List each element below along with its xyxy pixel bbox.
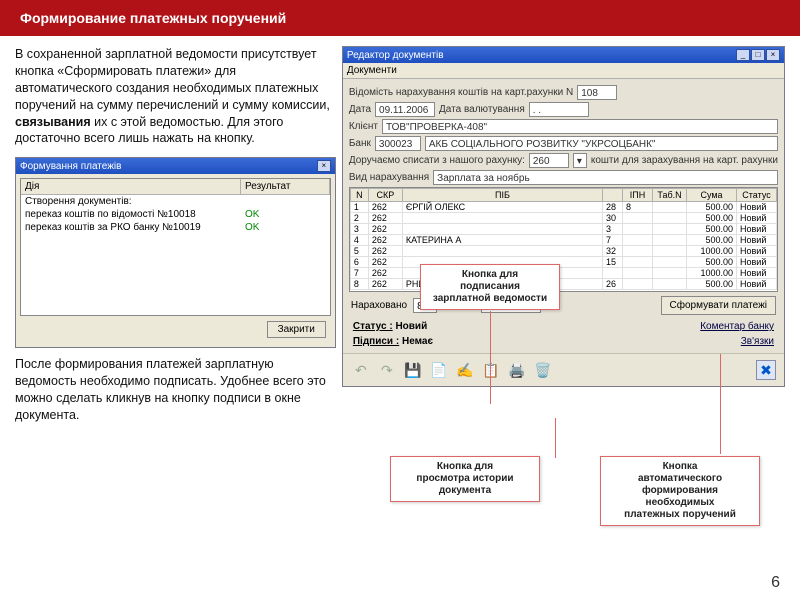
callout-history: Кнопка для просмотра истории документа — [390, 456, 540, 502]
employees-grid[interactable]: N СКР ПІБ ІПН Таб.N Сума Статус 1262ЄРГІ… — [349, 187, 778, 292]
bank-code-field[interactable]: 300023 — [375, 136, 421, 151]
table-row: 1262ЄРГІЙ ОЛЕКС288500.00Новий — [350, 202, 776, 213]
table-row: 5262321000.00Новий — [350, 246, 776, 257]
progress-list: Створення документів: переказ коштів по … — [21, 195, 330, 234]
account-field[interactable]: 260 — [529, 153, 569, 168]
save-icon[interactable]: 💾 — [403, 360, 423, 380]
date-field[interactable]: 09.11.2006 — [375, 102, 435, 117]
table-row: 4262КАТЕРИНА А7500.00Новий — [350, 235, 776, 246]
window-title: Формування платежів — [20, 161, 121, 172]
account-dropdown[interactable]: ▾ — [573, 153, 587, 168]
document-editor-window: Редактор документів _ □ × Документи Відо… — [342, 46, 785, 387]
after-paragraph: После формирования платежей зарплатную в… — [15, 356, 336, 424]
close-toolbar-icon[interactable]: ✖ — [756, 360, 776, 380]
redo-icon[interactable]: ↷ — [377, 360, 397, 380]
generate-payments-button[interactable]: Сформувати платежі — [661, 296, 776, 315]
editor-toolbar: ↶ ↷ 💾 📄 ✍️ 📋 🖨️ 🗑️ ✖ — [343, 353, 784, 386]
col-result: Результат — [241, 179, 330, 194]
close-icon[interactable]: × — [766, 49, 780, 61]
table-row: 8262РНИ ОЛЕКСА26500.00Новий — [350, 279, 776, 290]
client-field[interactable]: ТОВ"ПРОВЕРКА-408" — [382, 119, 778, 134]
window-title: Редактор документів — [347, 50, 444, 61]
copy-icon[interactable]: 📄 — [429, 360, 449, 380]
intro-paragraph: В сохраненной зарплатной ведомости прису… — [15, 46, 336, 147]
table-row: 226230500.00Новий — [350, 213, 776, 224]
menu-documents[interactable]: Документи — [347, 65, 397, 76]
print-icon[interactable]: 🖨️ — [507, 360, 527, 380]
undo-icon[interactable]: ↶ — [351, 360, 371, 380]
payments-progress-window: Формування платежів × Дія Результат Ство… — [15, 157, 336, 348]
table-row: 72621000.00Новий — [350, 268, 776, 279]
bank-name-field[interactable]: АКБ СОЦІАЛЬНОГО РОЗВИТКУ "УКРСОЦБАНК" — [425, 136, 778, 151]
close-icon[interactable]: × — [317, 160, 331, 172]
statement-number-field[interactable]: 108 — [577, 85, 617, 100]
page-number: 6 — [771, 574, 780, 592]
minimize-icon[interactable]: _ — [736, 49, 750, 61]
bank-comment-link[interactable]: Коментар банку — [700, 321, 774, 332]
col-action: Дія — [21, 179, 241, 194]
sign-icon[interactable]: ✍️ — [455, 360, 475, 380]
close-button[interactable]: Закрити — [267, 321, 326, 338]
slide-title: Формирование платежных поручений — [0, 0, 800, 36]
table-row: 32623500.00Новий — [350, 224, 776, 235]
bindings-link[interactable]: Зв'язки — [741, 336, 774, 347]
callout-sign: Кнопка для подписания зарплатной ведомос… — [420, 264, 560, 310]
callout-auto: Кнопка автоматического формирования необ… — [600, 456, 760, 526]
maximize-icon[interactable]: □ — [751, 49, 765, 61]
table-row: 626215500.00Новий — [350, 257, 776, 268]
value-date-field[interactable]: . . — [529, 102, 589, 117]
kind-field[interactable]: Зарплата за ноябрь — [433, 170, 778, 185]
delete-icon[interactable]: 🗑️ — [533, 360, 553, 380]
